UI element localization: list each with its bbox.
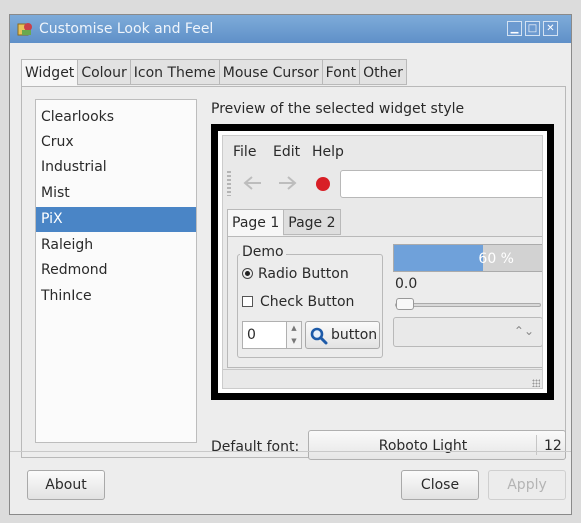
forward-arrow-icon[interactable]: [277, 175, 297, 191]
preview-button-label: button: [331, 327, 378, 343]
window-title: Customise Look and Feel: [39, 21, 214, 37]
preview-statusbar: [223, 369, 542, 388]
close-button[interactable]: Close: [401, 470, 479, 500]
radio-button-label: Radio Button: [258, 266, 349, 282]
preview-menu-file[interactable]: File: [233, 144, 256, 160]
theme-item-industrial[interactable]: Industrial: [36, 155, 196, 180]
footer-separator: [10, 451, 571, 452]
preview-toolbar: [223, 168, 542, 202]
toolbar-grip[interactable]: [227, 171, 231, 196]
theme-item-raleigh[interactable]: Raleigh: [36, 233, 196, 258]
checkbox-unchecked-icon: [242, 296, 253, 307]
preview-label: Preview of the selected widget style: [211, 101, 465, 117]
spin-up-icon[interactable]: ▲: [286, 322, 301, 336]
preview-window: File Edit Help Page 1 Page 2 Demo Radio …: [222, 135, 543, 389]
scale-value: 0.0: [395, 276, 418, 292]
font-button-divider: [536, 435, 537, 455]
tab-font[interactable]: Font: [321, 59, 360, 85]
close-icon[interactable]: ✕: [543, 21, 558, 36]
preview-tab-panel: Demo Radio Button Check Button 0 ▲ ▼ but…: [227, 236, 542, 368]
widget-tab-panel: Clearlooks Crux Industrial Mist PiX Rale…: [21, 86, 566, 460]
theme-list[interactable]: Clearlooks Crux Industrial Mist PiX Rale…: [35, 99, 197, 443]
radio-checked-icon: [242, 268, 253, 279]
progress-bar: 60 %: [393, 244, 542, 272]
tab-widget[interactable]: Widget: [21, 59, 78, 87]
preview-tab-strip: Page 1 Page 2: [227, 209, 341, 237]
check-button-label: Check Button: [260, 294, 355, 310]
theme-item-crux[interactable]: Crux: [36, 130, 196, 155]
preview-menu-edit[interactable]: Edit: [273, 144, 300, 160]
apply-button[interactable]: Apply: [488, 470, 566, 500]
maximize-icon[interactable]: □: [525, 21, 540, 36]
tab-other[interactable]: Other: [359, 59, 407, 85]
customise-window: Customise Look and Feel ▁ □ ✕ Widget Col…: [9, 14, 572, 515]
minimize-icon[interactable]: ▁: [507, 21, 522, 36]
updown-arrow-icon: ⌃⌄: [513, 324, 534, 338]
preview-menubar: File Edit Help: [223, 136, 542, 166]
theme-item-clearlooks[interactable]: Clearlooks: [36, 105, 196, 130]
theme-item-pix[interactable]: PiX: [36, 207, 196, 232]
tab-strip: Widget Colour Icon Theme Mouse Cursor Fo…: [21, 59, 407, 87]
search-icon: [310, 327, 328, 345]
spin-value: 0: [247, 327, 256, 343]
preview-combo-box[interactable]: ⌃⌄: [393, 317, 542, 347]
title-bar[interactable]: Customise Look and Feel ▁ □ ✕: [10, 15, 571, 43]
default-font-label: Default font:: [211, 439, 300, 455]
radio-button[interactable]: Radio Button: [242, 266, 349, 282]
resize-grip-icon[interactable]: [532, 379, 540, 387]
preview-frame: File Edit Help Page 1 Page 2 Demo Radio …: [211, 124, 554, 400]
preview-menu-help[interactable]: Help: [312, 144, 344, 160]
app-icon: [17, 23, 32, 36]
tab-colour[interactable]: Colour: [77, 59, 130, 85]
preview-button[interactable]: button: [305, 321, 380, 349]
about-button[interactable]: About: [27, 470, 105, 500]
preview-tab-page-1[interactable]: Page 1: [227, 209, 284, 237]
back-arrow-icon[interactable]: [243, 175, 263, 191]
check-button[interactable]: Check Button: [242, 294, 354, 310]
preview-toolbar-entry[interactable]: [340, 170, 542, 198]
progress-bar-text: 60 %: [478, 251, 514, 267]
scale-slider-handle[interactable]: [396, 298, 414, 310]
theme-item-redmond[interactable]: Redmond: [36, 258, 196, 283]
scale-trough[interactable]: [395, 303, 541, 307]
preview-tab-page-2[interactable]: Page 2: [283, 209, 341, 235]
record-icon[interactable]: [316, 177, 330, 191]
theme-item-thinice[interactable]: ThinIce: [36, 284, 196, 309]
theme-item-mist[interactable]: Mist: [36, 181, 196, 206]
demo-frame-label: Demo: [240, 244, 286, 260]
spin-button[interactable]: 0 ▲ ▼: [242, 321, 302, 349]
tab-icon-theme[interactable]: Icon Theme: [129, 59, 219, 85]
font-chooser-button[interactable]: Roboto Light 12: [308, 430, 566, 460]
tab-mouse-cursor[interactable]: Mouse Cursor: [218, 59, 322, 85]
spin-down-icon[interactable]: ▼: [286, 335, 301, 348]
